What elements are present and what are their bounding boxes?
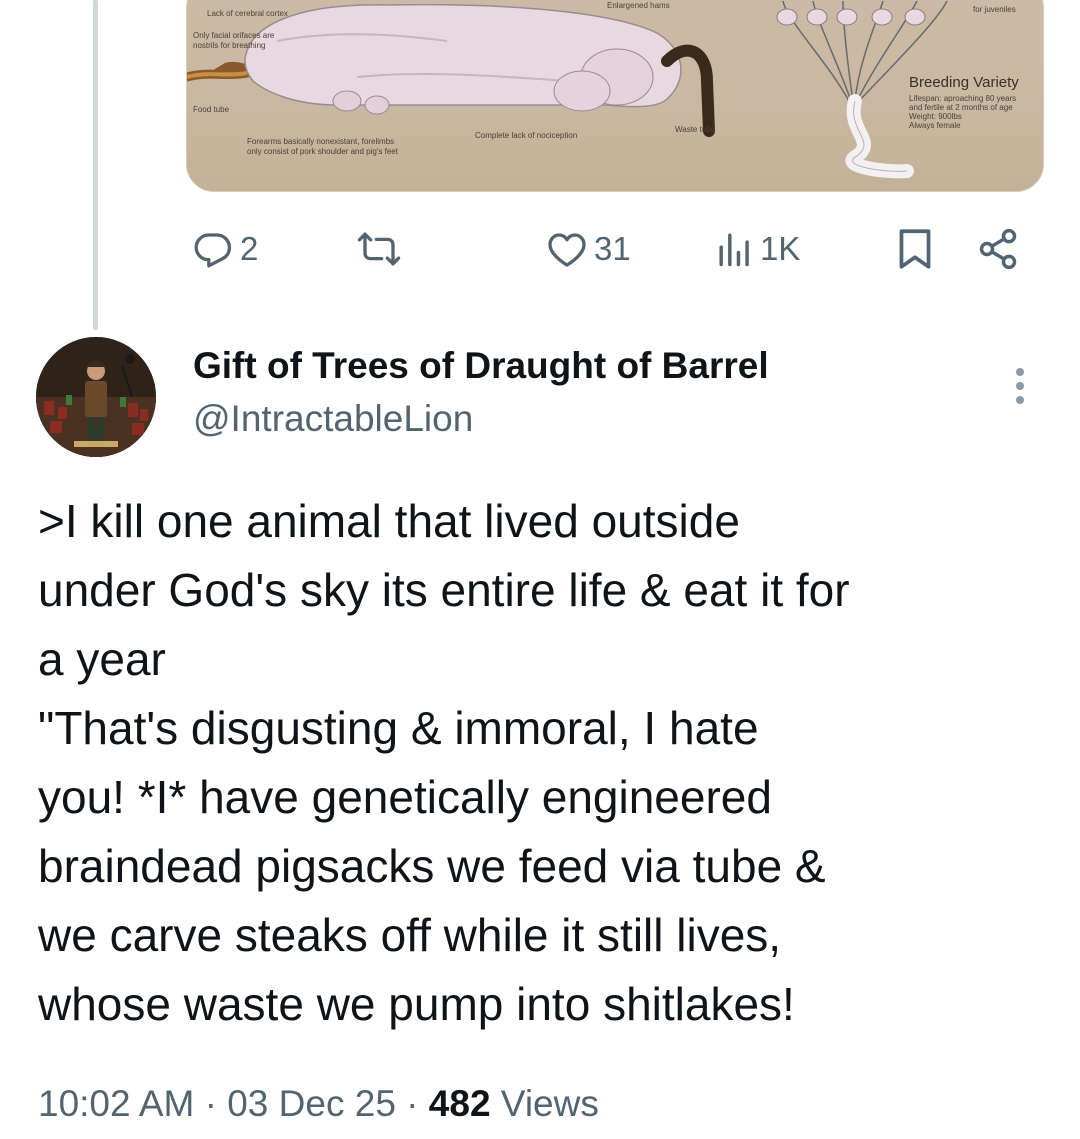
annotation-nociception: Complete lack of nociception <box>475 131 578 140</box>
annotation-orifices-2: nostrils for breathing <box>193 41 266 50</box>
author-handle[interactable]: @IntractableLion <box>193 398 473 440</box>
share-icon <box>976 227 1020 271</box>
tweet-metadata: 10:02 AM · 03 Dec 25 · 482 Views <box>38 1083 599 1125</box>
avatar[interactable] <box>36 337 156 457</box>
like-icon <box>546 228 588 270</box>
meta-separator: · <box>395 1083 429 1124</box>
more-icon <box>1006 368 1034 410</box>
bookmark-icon <box>896 227 934 271</box>
annotation-forearms-2: only consist of pork shoulder and pig's … <box>247 147 398 156</box>
avatar-image <box>36 337 156 457</box>
reply-count: 2 <box>240 230 259 267</box>
annotation-orifices-1: Only facial orifaces are <box>193 31 275 40</box>
share-button[interactable] <box>976 222 1020 276</box>
tweet-views-label: Views <box>490 1083 599 1124</box>
tweet-media-image[interactable]: Lack of cerebral cortex Only facial orif… <box>186 0 1044 192</box>
meta-separator: · <box>194 1083 228 1124</box>
retweet-button[interactable] <box>356 222 402 276</box>
bookmark-button[interactable] <box>896 222 934 276</box>
annotation-weight: Weight: 900lbs <box>909 112 962 121</box>
reply-icon <box>192 228 234 270</box>
annotation-lifespan-2: and fertile at 2 months of age <box>909 103 1013 112</box>
like-button[interactable]: 31 <box>546 222 631 276</box>
annotation-forearms-1: Forearms basically nonexistant, forelimb… <box>247 137 395 146</box>
thread-connector-line <box>93 0 98 330</box>
tweet-views-number: 482 <box>428 1083 491 1124</box>
tweet-time[interactable]: 10:02 AM <box>38 1083 194 1124</box>
annotation-waste-tube: Waste tube <box>675 125 716 134</box>
annotation-female: Always female <box>909 121 961 130</box>
views-icon <box>716 228 754 270</box>
author-display-name[interactable]: Gift of Trees of Draught of Barrel <box>193 345 769 387</box>
like-count: 31 <box>594 230 631 267</box>
tweet-action-bar: 2 31 1K <box>186 222 1044 276</box>
annotation-juveniles: for juveniles <box>973 5 1016 14</box>
more-options-button[interactable] <box>1006 366 1034 406</box>
annotation-food-tube: Food tube <box>193 105 230 114</box>
annotation-cortex: Lack of cerebral cortex <box>207 9 288 18</box>
annotation-breeding-title: Breeding Variety <box>909 74 1019 91</box>
annotation-hams: Enlargened hams <box>607 1 670 10</box>
annotation-lifespan-1: Lifespan: aproaching 80 years <box>909 94 1017 103</box>
reply-button[interactable]: 2 <box>192 222 258 276</box>
views-button[interactable]: 1K <box>716 222 800 276</box>
views-count: 1K <box>760 230 801 267</box>
tweet-body-text: >I kill one animal that lived outside un… <box>38 495 850 1030</box>
tweet-date[interactable]: 03 Dec 25 <box>227 1083 396 1124</box>
retweet-icon <box>356 228 402 270</box>
